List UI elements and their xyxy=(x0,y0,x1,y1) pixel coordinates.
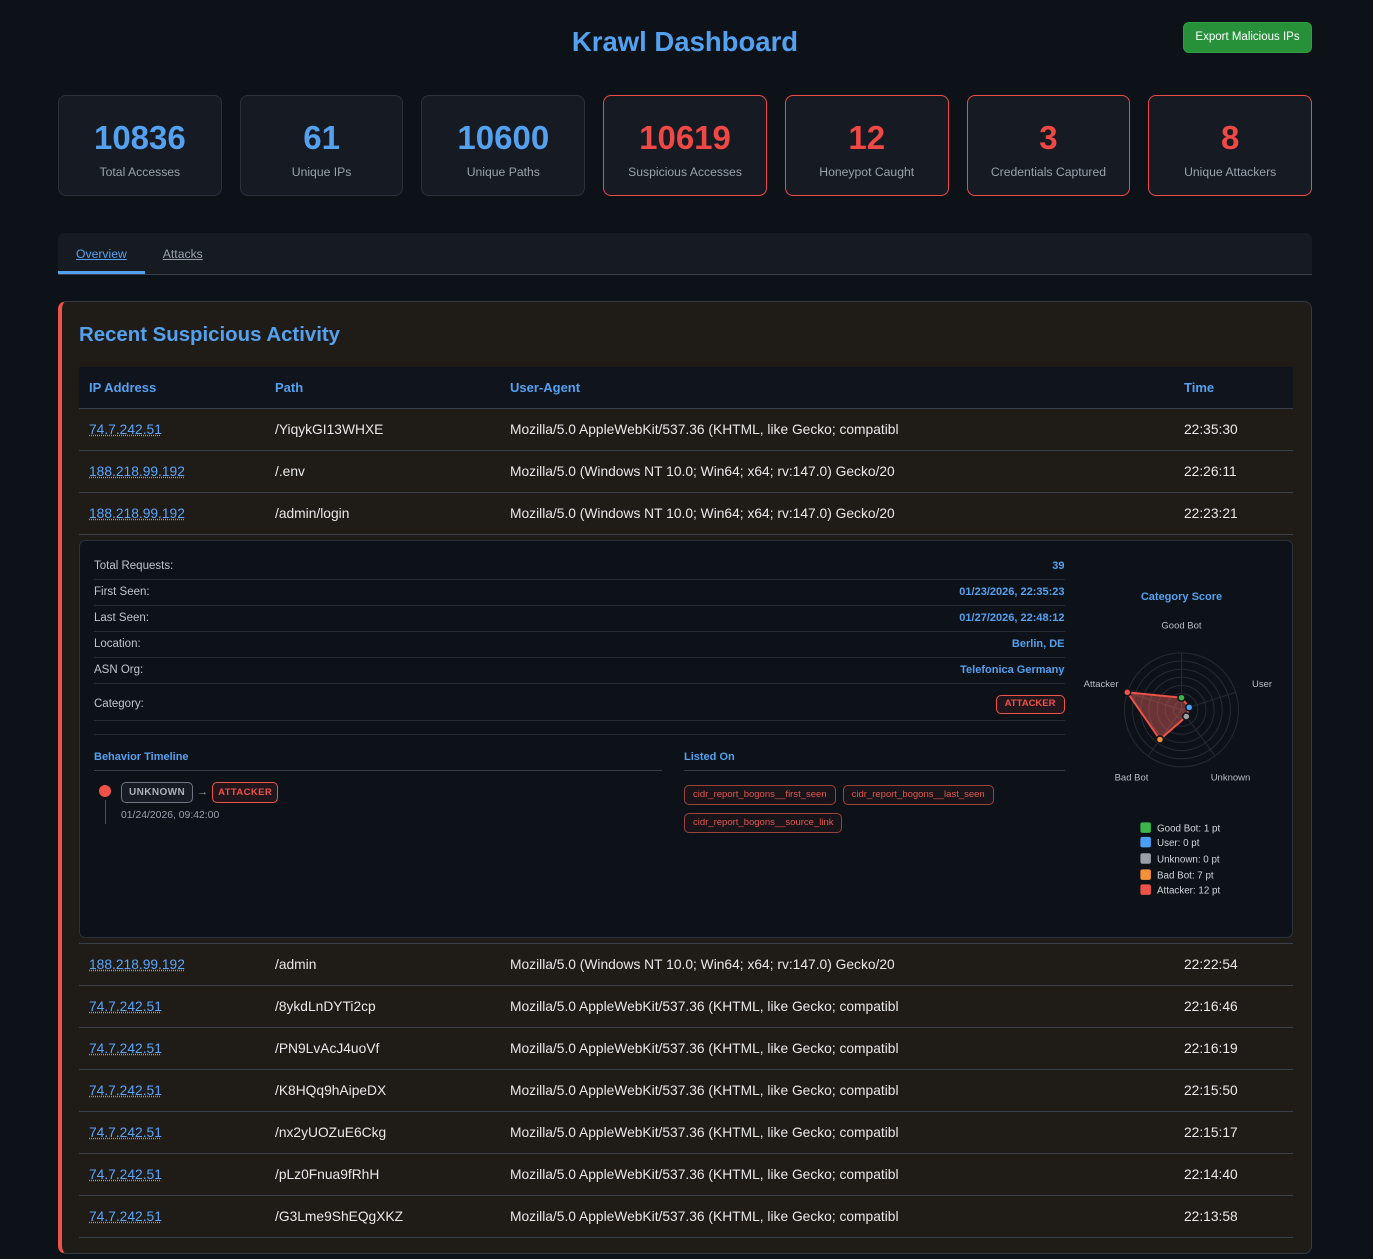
svg-text:User: User xyxy=(1252,678,1272,689)
svg-text:Good Bot: 1 pt: Good Bot: 1 pt xyxy=(1157,823,1220,834)
svg-text:Bad Bot: Bad Bot xyxy=(1114,772,1148,783)
svg-text:Bad Bot: 7 pt: Bad Bot: 7 pt xyxy=(1157,870,1214,881)
svg-text:User: 0 pt: User: 0 pt xyxy=(1157,838,1200,849)
svg-text:Unknown: Unknown xyxy=(1210,772,1250,783)
svg-text:Attacker: Attacker xyxy=(1083,678,1118,689)
svg-text:Category Score: Category Score xyxy=(1140,591,1221,603)
svg-text:Unknown: 0 pt: Unknown: 0 pt xyxy=(1157,854,1220,865)
svg-text:Attacker: 12 pt: Attacker: 12 pt xyxy=(1157,885,1220,896)
svg-text:Good Bot: Good Bot xyxy=(1161,620,1201,631)
